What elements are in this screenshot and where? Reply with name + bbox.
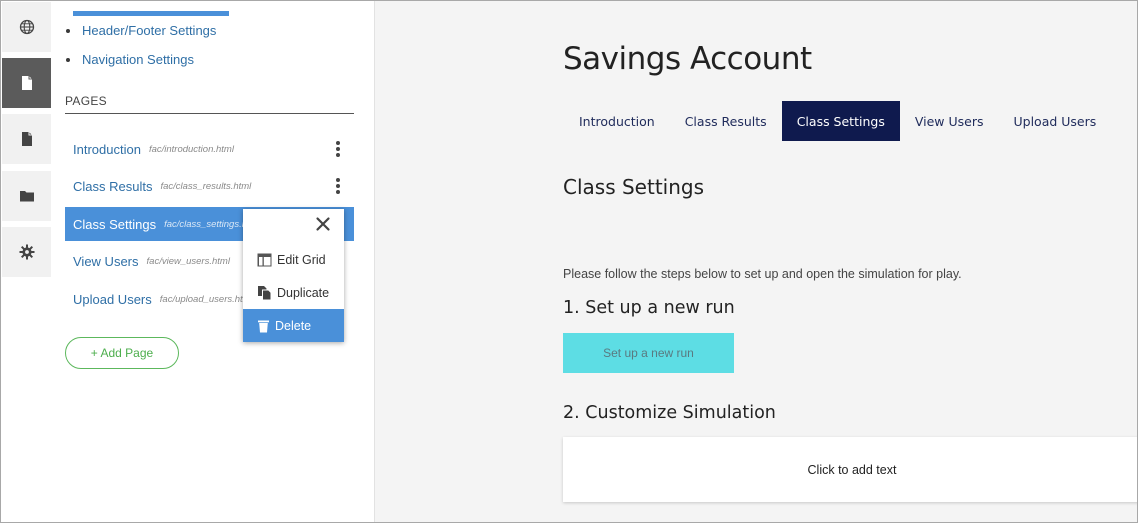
section-title: Class Settings — [563, 175, 705, 199]
pages-divider — [65, 113, 354, 114]
page-item-path: fac/upload_users.html — [159, 293, 253, 305]
duplicate-menu-item[interactable]: Duplicate — [243, 276, 344, 309]
tab-bar: Introduction Class Results Class Setting… — [564, 101, 1111, 141]
instructions-text: Please follow the steps below to set up … — [563, 267, 962, 281]
page-item-name: Introduction — [73, 141, 141, 157]
settings-links: Header/Footer Settings Navigation Settin… — [65, 21, 216, 79]
delete-label: Delete — [275, 318, 312, 333]
trash-icon — [258, 320, 269, 332]
page-title: Savings Account — [563, 41, 812, 77]
duplicate-icon — [258, 285, 272, 300]
page-options-icon[interactable] — [334, 141, 342, 157]
rail-settings-button[interactable] — [2, 227, 51, 277]
page-item-name: Class Results — [73, 178, 153, 194]
close-icon[interactable] — [314, 215, 332, 233]
page-options-icon[interactable] — [334, 178, 342, 194]
page-icon — [21, 76, 32, 90]
tab-class-results[interactable]: Class Results — [670, 101, 782, 141]
icon-rail — [1, 1, 51, 522]
rail-page-button[interactable] — [2, 58, 51, 108]
navigation-settings-link[interactable]: Navigation Settings — [65, 50, 216, 79]
step-one-heading: 1. Set up a new run — [563, 298, 735, 318]
page-item-name: Upload Users — [73, 291, 152, 307]
page-item-class-results[interactable]: Class Results fac/class_results.html — [65, 169, 354, 203]
main-content: Savings Account Introduction Class Resul… — [374, 1, 1137, 522]
setup-run-button[interactable]: Set up a new run — [563, 333, 734, 373]
globe-icon — [19, 19, 34, 35]
gear-icon — [19, 244, 34, 260]
duplicate-label: Duplicate — [277, 285, 330, 300]
page-context-menu: Edit Grid Duplicate Delete — [243, 209, 344, 342]
delete-menu-item[interactable]: Delete — [243, 309, 344, 342]
page-item-name: View Users — [73, 253, 139, 269]
rail-globe-button[interactable] — [2, 2, 51, 52]
document-icon — [21, 132, 32, 146]
page-item-name: Class Settings — [73, 216, 157, 232]
app-frame: Header/Footer Settings Navigation Settin… — [0, 0, 1138, 523]
tab-introduction[interactable]: Introduction — [564, 101, 670, 141]
edit-grid-label: Edit Grid — [277, 252, 326, 267]
header-footer-settings-link[interactable]: Header/Footer Settings — [65, 21, 216, 50]
add-page-button[interactable]: + Add Page — [65, 337, 179, 369]
panel-scroll-indicator — [73, 11, 229, 16]
tab-upload-users[interactable]: Upload Users — [998, 101, 1111, 141]
step-two-heading: 2. Customize Simulation — [563, 403, 776, 423]
page-item-path: fac/introduction.html — [148, 143, 234, 155]
rail-folder-button[interactable] — [2, 171, 51, 221]
add-text-box[interactable]: Click to add text — [563, 437, 1137, 502]
tab-class-settings[interactable]: Class Settings — [781, 101, 900, 141]
grid-icon — [257, 253, 272, 266]
tab-view-users[interactable]: View Users — [900, 101, 999, 141]
page-item-path: fac/class_results.html — [160, 180, 252, 192]
edit-grid-menu-item[interactable]: Edit Grid — [243, 243, 344, 276]
page-item-path: fac/view_users.html — [146, 255, 230, 267]
folder-icon — [19, 191, 34, 202]
page-item-introduction[interactable]: Introduction fac/introduction.html — [65, 132, 354, 166]
pages-heading: PAGES — [65, 94, 107, 108]
rail-document-button[interactable] — [2, 114, 51, 164]
